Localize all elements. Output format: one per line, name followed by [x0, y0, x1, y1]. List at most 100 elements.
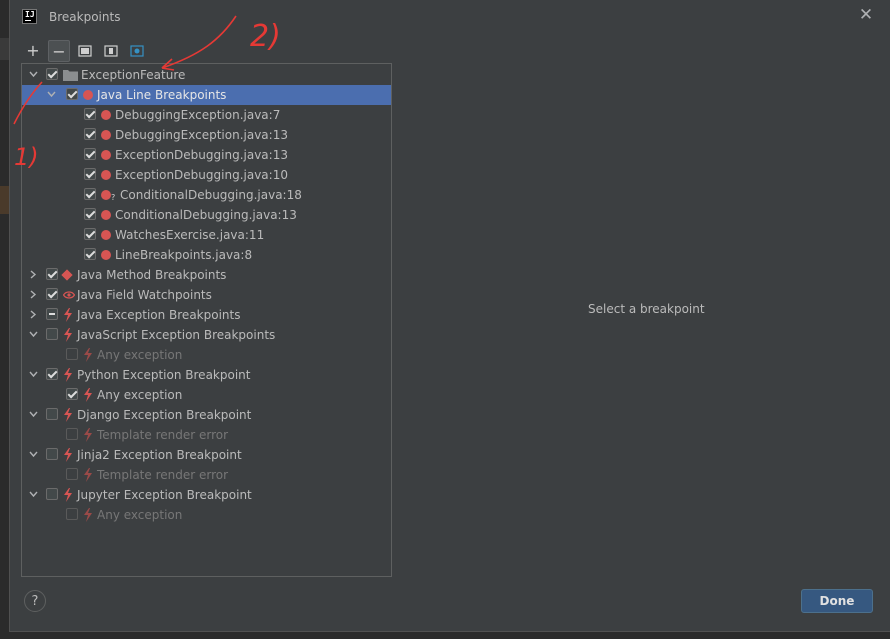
enabled-checkbox[interactable] — [46, 328, 58, 340]
enabled-checkbox[interactable] — [84, 228, 96, 240]
details-empty-message: Select a breakpoint — [588, 302, 705, 316]
remove-breakpoint-button[interactable]: − — [48, 40, 70, 62]
chevron-down-icon[interactable] — [28, 489, 39, 500]
enabled-checkbox[interactable] — [46, 288, 58, 300]
group-by-class-button[interactable] — [100, 40, 122, 62]
group-by-folder-icon — [78, 45, 92, 57]
chevron-right-icon[interactable] — [28, 269, 39, 280]
tree-row-label: Any exception — [97, 388, 183, 402]
enabled-checkbox[interactable] — [84, 128, 96, 140]
tree-row[interactable]: Any exception — [22, 345, 391, 365]
tree-row[interactable]: DebuggingException.java:13 — [22, 125, 391, 145]
chevron-down-icon[interactable] — [28, 69, 39, 80]
exception-bolt-icon — [64, 328, 72, 342]
tree-row-label: WatchesExercise.java:11 — [115, 228, 265, 242]
tree-row-label: Template render error — [97, 428, 229, 442]
tree-row[interactable]: Java Field Watchpoints — [22, 285, 391, 305]
add-breakpoint-button[interactable]: + — [22, 40, 44, 62]
breakpoint-dot-icon — [83, 90, 93, 100]
tree-row-label: Any exception — [97, 348, 183, 362]
enabled-checkbox[interactable] — [84, 208, 96, 220]
enabled-checkbox[interactable] — [46, 308, 58, 320]
done-button[interactable]: Done — [801, 589, 873, 613]
tree-row[interactable]: ExceptionDebugging.java:10 — [22, 165, 391, 185]
chevron-down-icon[interactable] — [46, 89, 57, 100]
breakpoints-dialog: IJ Breakpoints ✕ + − ExceptionFeature Ja… — [9, 0, 890, 632]
enabled-checkbox[interactable] — [46, 268, 58, 280]
tree-row[interactable]: Django Exception Breakpoint — [22, 405, 391, 425]
enabled-checkbox[interactable] — [84, 148, 96, 160]
tree-row-label: Python Exception Breakpoint — [77, 368, 251, 382]
enabled-checkbox[interactable] — [46, 408, 58, 420]
enabled-checkbox[interactable] — [66, 428, 78, 440]
tree-row-label: ConditionalDebugging.java:13 — [115, 208, 297, 222]
enabled-checkbox[interactable] — [46, 68, 58, 80]
tree-row[interactable]: ConditionalDebugging.java:13 — [22, 205, 391, 225]
chevron-down-icon[interactable] — [28, 409, 39, 420]
enabled-checkbox[interactable] — [66, 508, 78, 520]
tree-row[interactable]: Any exception — [22, 385, 391, 405]
intellij-app-icon: IJ — [22, 9, 37, 24]
tree-row[interactable]: JavaScript Exception Breakpoints — [22, 325, 391, 345]
enabled-checkbox[interactable] — [84, 108, 96, 120]
enabled-checkbox[interactable] — [66, 388, 78, 400]
tree-row[interactable]: ExceptionDebugging.java:13 — [22, 145, 391, 165]
help-button[interactable]: ? — [24, 590, 46, 612]
field-watchpoint-icon — [63, 291, 75, 299]
exception-bolt-icon — [64, 308, 72, 322]
breakpoint-dot-icon — [101, 250, 111, 260]
group-by-package-button[interactable] — [126, 40, 148, 62]
enabled-checkbox[interactable] — [46, 488, 58, 500]
group-by-package-icon — [130, 45, 144, 57]
tree-row[interactable]: Python Exception Breakpoint — [22, 365, 391, 385]
enabled-checkbox[interactable] — [46, 368, 58, 380]
tree-row-label: Jupyter Exception Breakpoint — [77, 488, 252, 502]
exception-bolt-icon — [64, 408, 72, 422]
tree-row[interactable]: Jupyter Exception Breakpoint — [22, 485, 391, 505]
chevron-down-icon[interactable] — [28, 449, 39, 460]
enabled-checkbox[interactable] — [66, 348, 78, 360]
tree-row[interactable]: Template render error — [22, 425, 391, 445]
tree-row[interactable]: LineBreakpoints.java:8 — [22, 245, 391, 265]
breakpoint-dot-icon — [101, 210, 111, 220]
tree-row[interactable]: Template render error — [22, 465, 391, 485]
chevron-down-icon[interactable] — [28, 369, 39, 380]
tree-row[interactable]: ? ConditionalDebugging.java:18 — [22, 185, 391, 205]
breakpoints-tree[interactable]: ExceptionFeature Java Line Breakpoints Deb… — [21, 63, 392, 577]
tree-row[interactable]: WatchesExercise.java:11 — [22, 225, 391, 245]
enabled-checkbox[interactable] — [84, 188, 96, 200]
close-icon[interactable]: ✕ — [858, 7, 874, 24]
breakpoint-dot-icon — [101, 150, 111, 160]
breakpoint-dot-icon — [101, 130, 111, 140]
tree-row[interactable]: Java Exception Breakpoints — [22, 305, 391, 325]
app-icon-text: IJ — [25, 10, 35, 19]
tree-row-label: Java Line Breakpoints — [97, 88, 227, 102]
chevron-right-icon[interactable] — [28, 309, 39, 320]
tree-row-label: Any exception — [97, 508, 183, 522]
enabled-checkbox[interactable] — [66, 88, 78, 100]
breakpoint-dot-icon — [101, 230, 111, 240]
group-by-class-icon — [104, 45, 118, 57]
tree-row-label: JavaScript Exception Breakpoints — [77, 328, 276, 342]
exception-bolt-icon — [64, 488, 72, 502]
enabled-checkbox[interactable] — [46, 448, 58, 460]
tree-row-label: LineBreakpoints.java:8 — [115, 248, 253, 262]
tree-row[interactable]: Java Line Breakpoints — [22, 85, 391, 105]
enabled-checkbox[interactable] — [66, 468, 78, 480]
chevron-down-icon[interactable] — [28, 329, 39, 340]
enabled-checkbox[interactable] — [84, 248, 96, 260]
folder-icon — [63, 70, 78, 81]
enabled-checkbox[interactable] — [84, 168, 96, 180]
tree-row[interactable]: Java Method Breakpoints — [22, 265, 391, 285]
tree-row[interactable]: Any exception — [22, 505, 391, 525]
exception-bolt-icon — [84, 468, 92, 482]
conditional-breakpoint-icon — [101, 190, 111, 200]
tree-row[interactable]: Jinja2 Exception Breakpoint — [22, 445, 391, 465]
tree-row[interactable]: ExceptionFeature — [22, 65, 391, 85]
tree-row-label: ExceptionFeature — [81, 68, 186, 82]
tree-row-label: Jinja2 Exception Breakpoint — [77, 448, 242, 462]
tree-row[interactable]: DebuggingException.java:7 — [22, 105, 391, 125]
group-by-file-button[interactable] — [74, 40, 96, 62]
exception-bolt-icon — [84, 348, 92, 362]
chevron-right-icon[interactable] — [28, 289, 39, 300]
